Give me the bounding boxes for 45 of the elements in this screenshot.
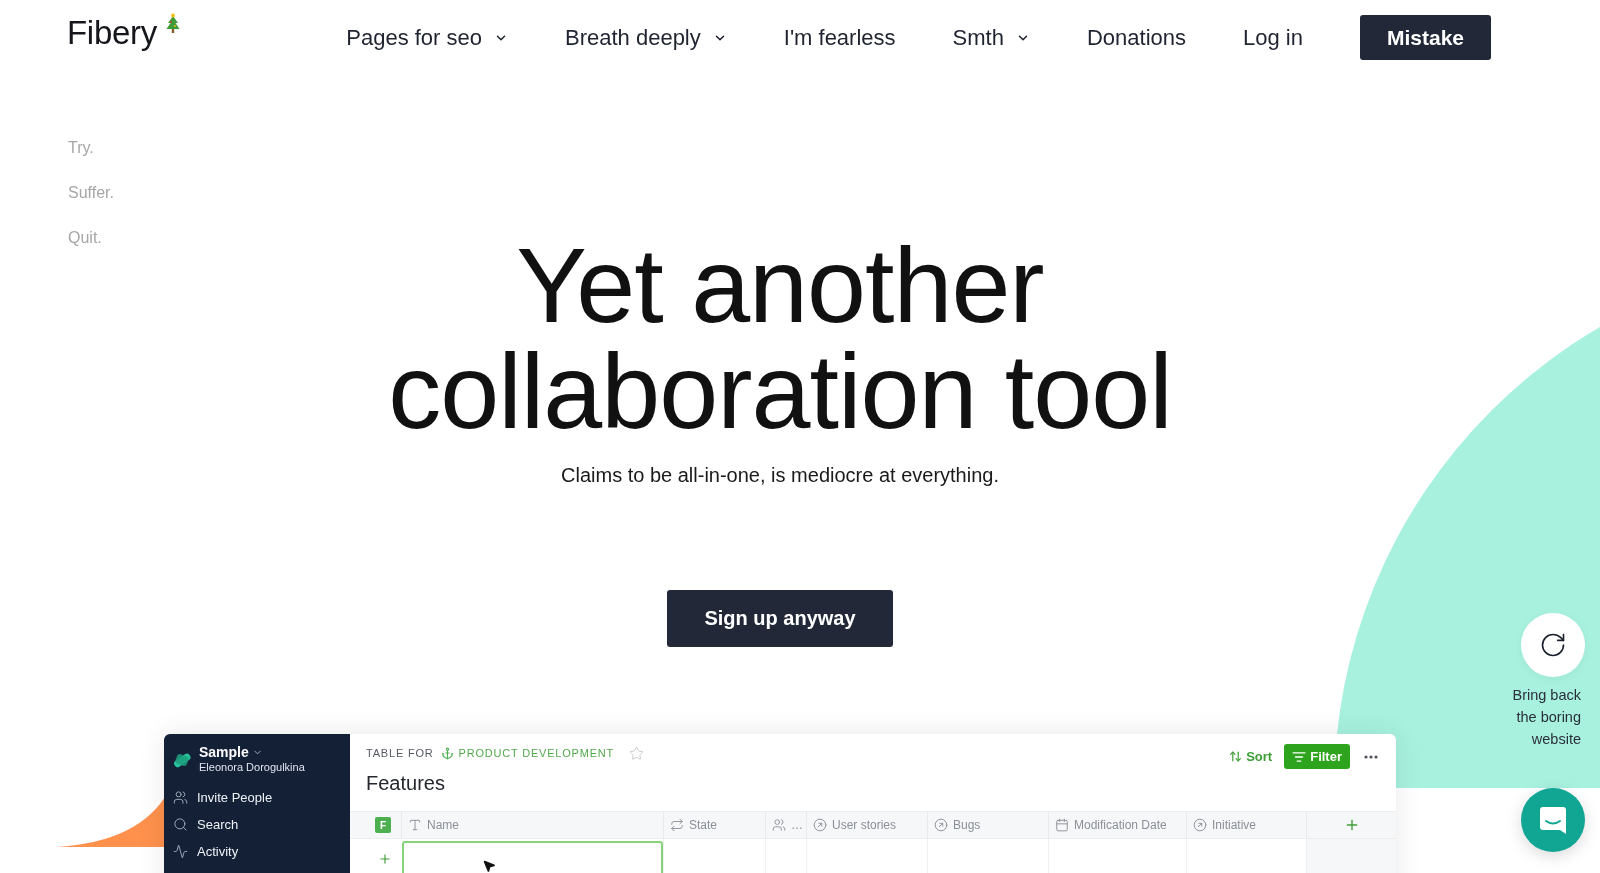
logo[interactable]: Fibery: [67, 12, 157, 53]
search-icon: [173, 817, 188, 832]
repeat-icon: [670, 818, 684, 832]
table-title: Features: [366, 771, 445, 795]
star-icon[interactable]: [629, 745, 645, 761]
hero-title: Yet another collaboration tool: [387, 232, 1173, 444]
calendar-icon: [1055, 818, 1069, 832]
add-row-icon[interactable]: [378, 851, 392, 866]
restore-label: Bring back the boring website: [1511, 686, 1581, 749]
nav-link[interactable]: Donations: [1086, 24, 1186, 51]
sidebar-item[interactable]: Invite People: [171, 784, 350, 811]
nav-link[interactable]: Smth: [952, 24, 1030, 51]
nav-link[interactable]: Pages for seo: [346, 24, 508, 51]
hero-subtitle: Claims to be all-in-one, is mediocre at everything.: [561, 463, 999, 488]
signup-button[interactable]: Sign up anyway: [667, 590, 893, 647]
arrow-circle-icon: [813, 818, 827, 832]
mouse-pointer-icon: [482, 859, 496, 873]
user-name: Eleonora Dorogulkina: [199, 761, 305, 774]
pulse-icon: [173, 844, 188, 859]
tree-icon: [164, 12, 181, 35]
text-type-icon: [408, 818, 422, 832]
refresh-icon: [1539, 631, 1567, 659]
mistake-button[interactable]: Mistake: [1359, 15, 1491, 60]
tagline: Try.: [68, 138, 94, 158]
chat-button[interactable]: [1521, 788, 1585, 852]
breadcrumb-prefix: TABLE FOR: [366, 747, 434, 759]
sidebar-item[interactable]: Activity: [171, 838, 350, 865]
tagline: Quit.: [68, 228, 102, 248]
nav-link[interactable]: I'm fearless: [783, 24, 896, 51]
arrow-circle-icon: [1193, 818, 1207, 832]
people-icon: [772, 818, 786, 832]
people-icon: [173, 790, 188, 805]
tagline: Suffer.: [68, 183, 114, 203]
database-badge: F: [375, 817, 391, 833]
sort-icon: [1229, 750, 1243, 763]
sidebar-item[interactable]: Search: [171, 811, 350, 838]
arrow-circle-icon: [934, 818, 948, 832]
anchor-icon: [440, 746, 454, 760]
nav-link[interactable]: Log in: [1243, 24, 1303, 51]
nav-link[interactable]: Breath deeply: [565, 24, 727, 51]
more-icon: [1364, 754, 1378, 759]
name-input-field[interactable]: [402, 841, 663, 873]
chat-icon: [1538, 805, 1568, 835]
workspace-name[interactable]: Sample: [199, 744, 263, 760]
filter-icon: [1292, 749, 1307, 764]
